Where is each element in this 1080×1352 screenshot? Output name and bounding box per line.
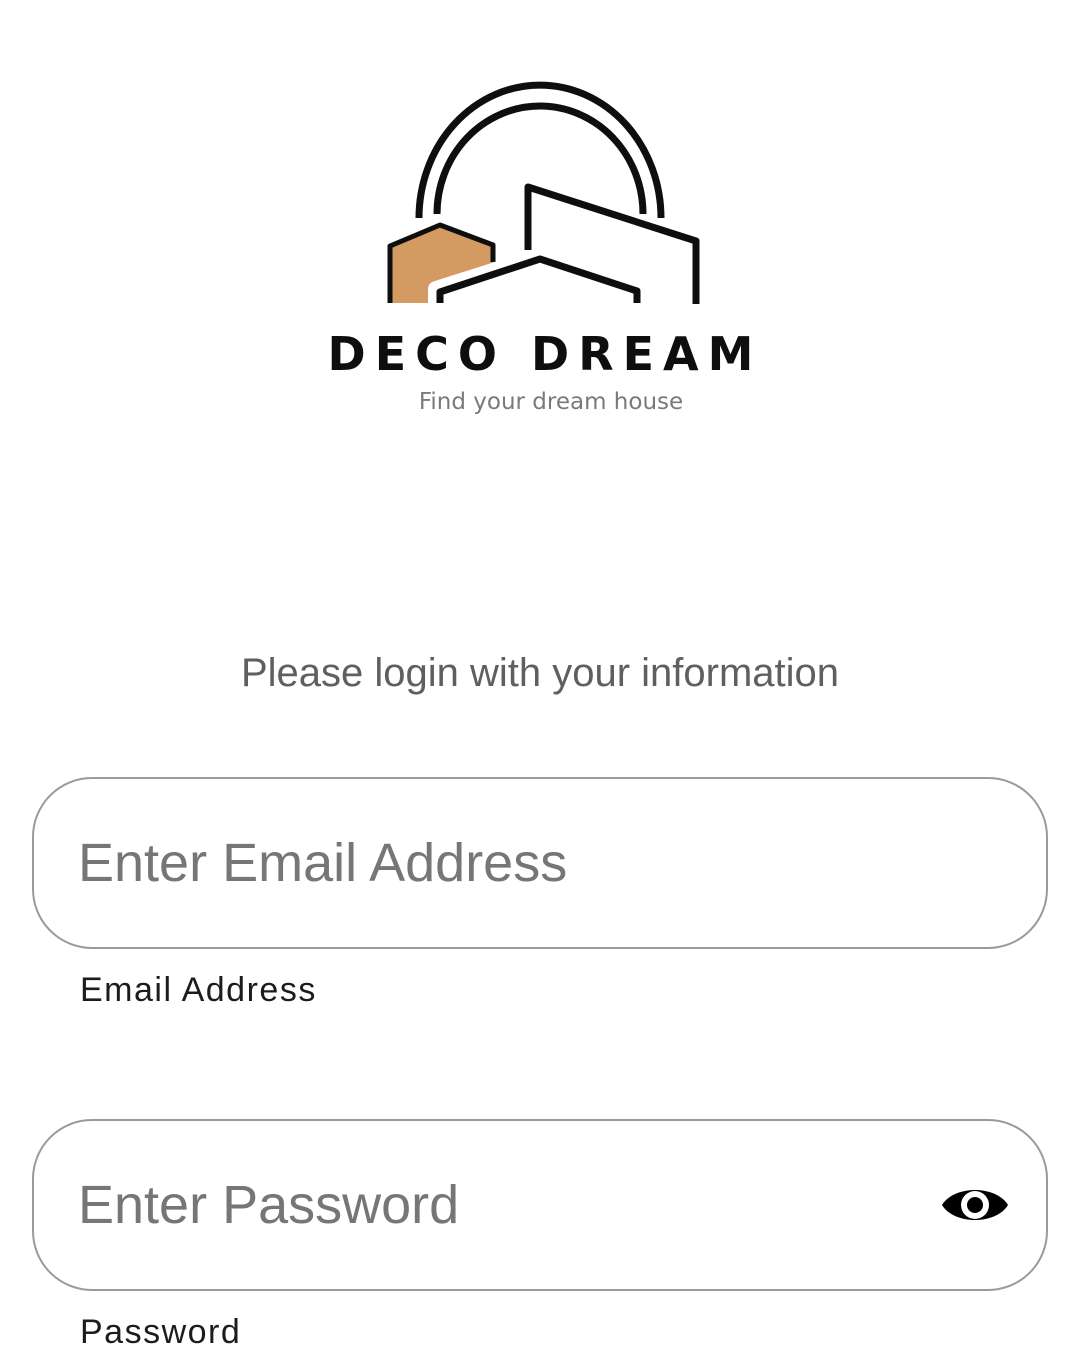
email-label: Email Address [80, 971, 317, 1009]
password-label: Password [80, 1313, 242, 1351]
password-field[interactable] [32, 1119, 1048, 1291]
login-instruction: Please login with your information [240, 651, 840, 695]
logo: DECO DREAM Find your dream house [0, 0, 1080, 430]
deco-dream-logo-mark [387, 81, 700, 304]
brand-tagline: Find your dream house [418, 389, 684, 415]
show-password-toggle[interactable] [940, 1181, 1010, 1229]
eye-icon [942, 1190, 1008, 1220]
password-input[interactable] [78, 1121, 938, 1289]
brand-name: DECO DREAM [327, 327, 763, 381]
email-field[interactable] [32, 777, 1048, 949]
email-input[interactable] [78, 779, 938, 947]
